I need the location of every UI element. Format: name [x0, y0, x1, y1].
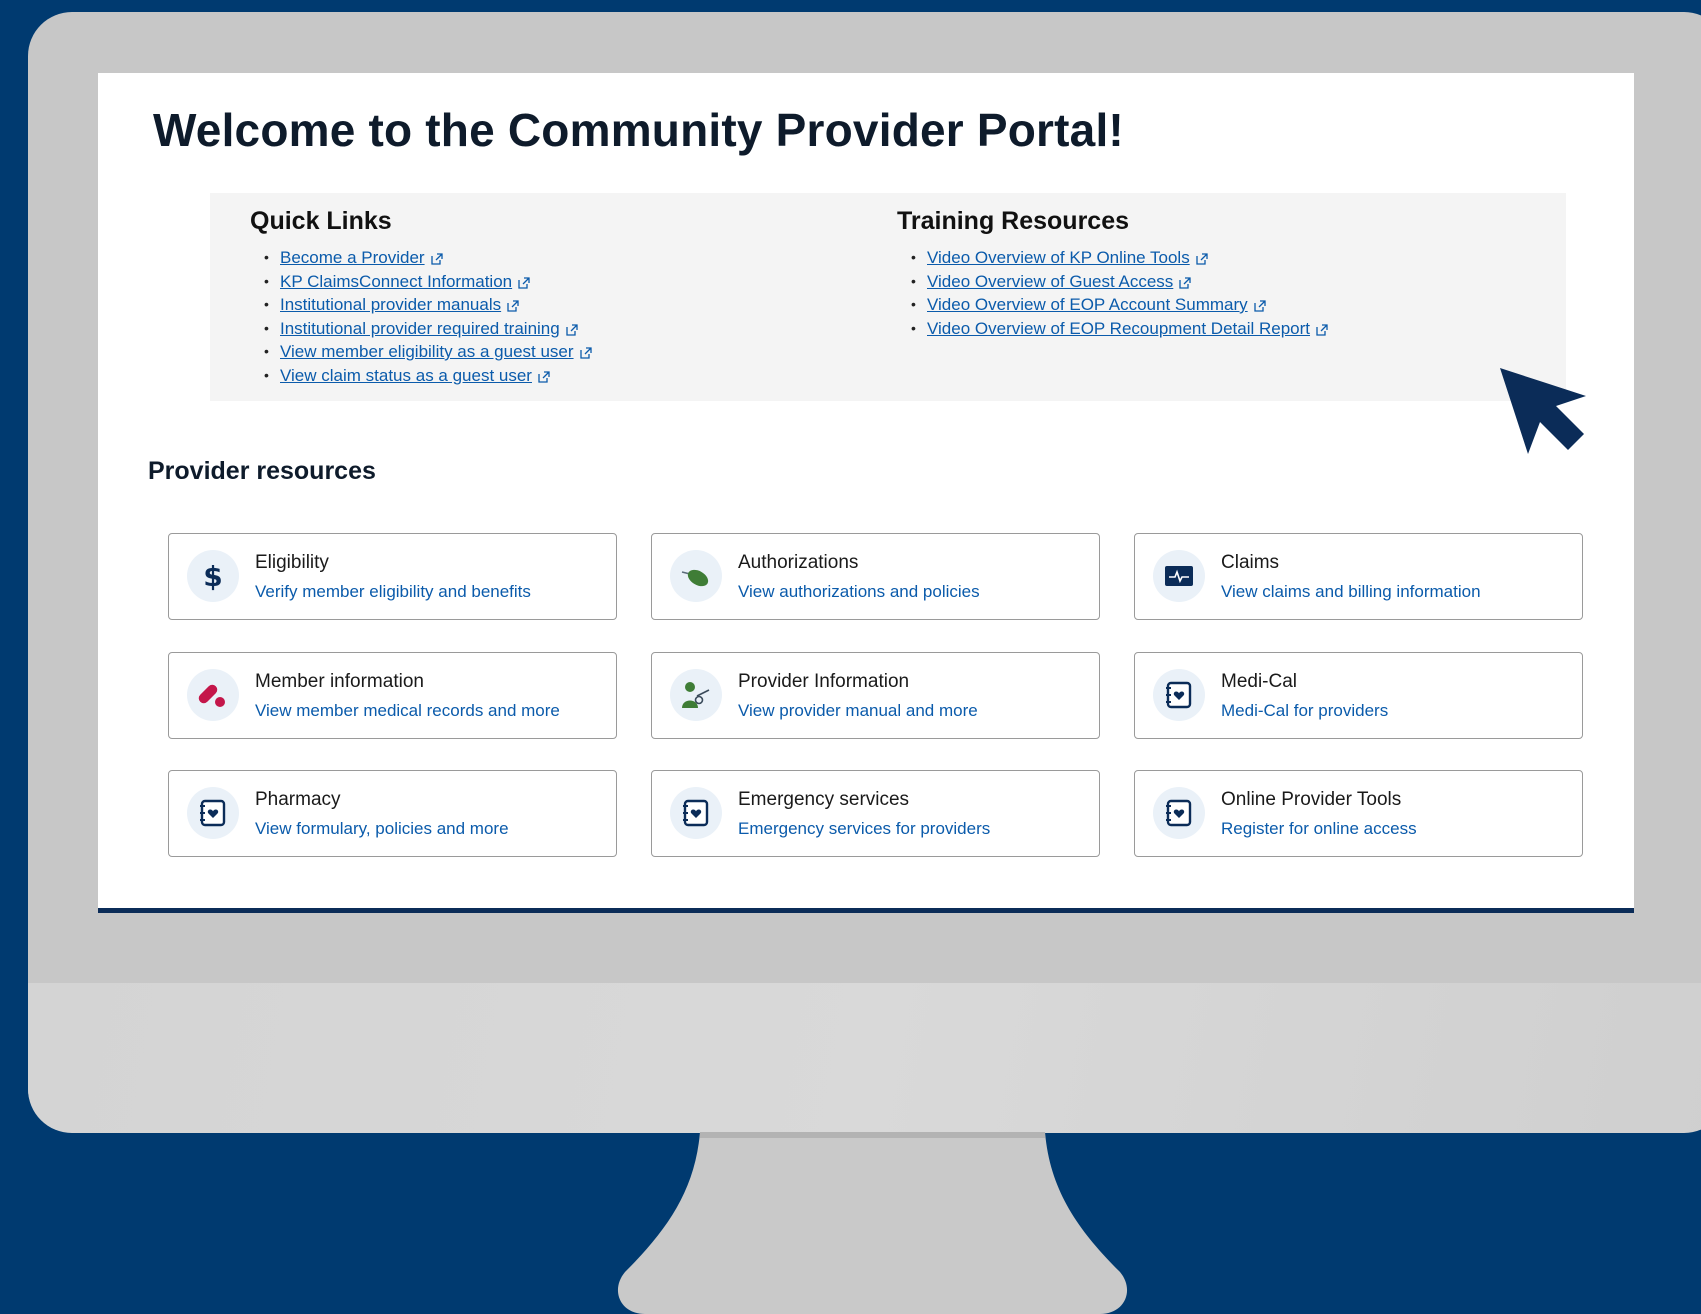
external-link-icon: [1179, 276, 1191, 289]
list-item: Institutional provider required training: [264, 317, 592, 341]
list-item: Video Overview of KP Online Tools: [911, 246, 1328, 270]
heart-notebook-icon: [1153, 669, 1205, 721]
card-authorizations[interactable]: Authorizations View authorizations and po…: [651, 533, 1100, 620]
card-description[interactable]: Medi-Cal for providers: [1221, 701, 1388, 721]
list-item: Institutional provider manuals: [264, 293, 592, 317]
list-item: Video Overview of EOP Recoupment Detail …: [911, 317, 1328, 341]
card-emergency-services[interactable]: Emergency services Emergency services for…: [651, 770, 1100, 857]
card-description[interactable]: View authorizations and policies: [738, 582, 980, 602]
training-resources-section: Training Resources Video Overview of KP …: [897, 207, 1328, 340]
external-link-icon: [1316, 323, 1328, 336]
list-item: View claim status as a guest user: [264, 364, 592, 388]
card-member-information[interactable]: Member information View member medical re…: [168, 652, 617, 739]
links-panel: Quick Links Become a Provider KP ClaimsCo…: [210, 193, 1566, 401]
card-provider-information[interactable]: Provider Information View provider manual…: [651, 652, 1100, 739]
doctor-icon: [670, 669, 722, 721]
page-title: Welcome to the Community Provider Portal…: [153, 104, 1124, 156]
list-item: Become a Provider: [264, 246, 592, 270]
link[interactable]: Video Overview of EOP Recoupment Detail …: [927, 319, 1310, 338]
link[interactable]: Become a Provider: [280, 248, 425, 267]
link[interactable]: View claim status as a guest user: [280, 366, 532, 385]
external-link-icon: [538, 370, 550, 383]
card-description[interactable]: View formulary, policies and more: [255, 819, 509, 839]
external-link-icon: [518, 276, 530, 289]
quick-links-section: Quick Links Become a Provider KP ClaimsCo…: [250, 207, 592, 387]
card-description[interactable]: View member medical records and more: [255, 701, 560, 721]
card-title: Emergency services: [738, 789, 910, 810]
external-link-icon: [507, 300, 519, 312]
heart-notebook-icon: [670, 787, 722, 839]
pill-icon: [670, 550, 722, 602]
card-description[interactable]: Register for online access: [1221, 819, 1417, 839]
card-online-provider-tools[interactable]: Online Provider Tools Register for online…: [1134, 770, 1583, 857]
dollar-icon: $: [187, 550, 239, 602]
card-title: Medi-Cal: [1221, 671, 1298, 692]
monitor-chin: [28, 983, 1701, 1133]
external-link-icon: [1196, 253, 1208, 265]
card-title: Authorizations: [738, 552, 859, 573]
link[interactable]: Institutional provider required training: [280, 319, 560, 338]
link[interactable]: KP ClaimsConnect Information: [280, 272, 512, 291]
quick-links-heading: Quick Links: [250, 207, 392, 235]
card-medi-cal[interactable]: Medi-Cal Medi-Cal for providers: [1134, 652, 1583, 739]
monitor-pulse-icon: [1153, 550, 1205, 602]
card-description[interactable]: View claims and billing information: [1221, 582, 1481, 602]
list-item: Video Overview of EOP Account Summary: [911, 293, 1328, 317]
provider-resources-heading: Provider resources: [148, 457, 376, 485]
monitor-stand: [617, 1132, 1128, 1314]
card-eligibility[interactable]: $ Eligibility Verify member eligibility an…: [168, 533, 617, 620]
training-resources-heading: Training Resources: [897, 207, 1130, 235]
link[interactable]: Video Overview of KP Online Tools: [927, 248, 1190, 267]
card-title: Eligibility: [255, 552, 329, 573]
quick-links-list: Become a Provider KP ClaimsConnect Inform…: [250, 246, 592, 387]
card-description[interactable]: Emergency services for providers: [738, 819, 990, 839]
screen: Welcome to the Community Provider Portal…: [98, 73, 1634, 913]
external-link-icon: [566, 323, 578, 336]
card-title: Provider Information: [738, 671, 910, 692]
external-link-icon: [1253, 300, 1266, 312]
list-item: Video Overview of Guest Access: [911, 270, 1328, 294]
card-title: Pharmacy: [255, 789, 341, 810]
card-claims[interactable]: Claims View claims and billing informatio…: [1134, 533, 1583, 620]
card-title: Claims: [1221, 552, 1280, 573]
card-description[interactable]: View provider manual and more: [738, 701, 978, 721]
external-link-icon: [430, 253, 443, 265]
cursor-arrow-icon: [1500, 368, 1586, 454]
heart-notebook-icon: [1153, 787, 1205, 839]
link[interactable]: Video Overview of EOP Account Summary: [927, 295, 1248, 314]
list-item: View member eligibility as a guest user: [264, 340, 592, 364]
heart-notebook-icon: [187, 787, 239, 839]
list-item: KP ClaimsConnect Information: [264, 270, 592, 294]
card-title: Online Provider Tools: [1221, 789, 1402, 810]
pills-icon: [187, 669, 239, 721]
link[interactable]: View member eligibility as a guest user: [280, 342, 574, 361]
link[interactable]: Institutional provider manuals: [280, 295, 501, 314]
training-resources-list: Video Overview of KP Online Tools Video O…: [897, 246, 1328, 340]
provider-resources-grid: $ Eligibility Verify member eligibility an…: [168, 533, 1588, 863]
external-link-icon: [579, 347, 592, 359]
link[interactable]: Video Overview of Guest Access: [927, 272, 1173, 291]
card-description[interactable]: Verify member eligibility and benefits: [255, 582, 531, 602]
card-title: Member information: [255, 671, 424, 692]
card-pharmacy[interactable]: Pharmacy View formulary, policies and mor…: [168, 770, 617, 857]
